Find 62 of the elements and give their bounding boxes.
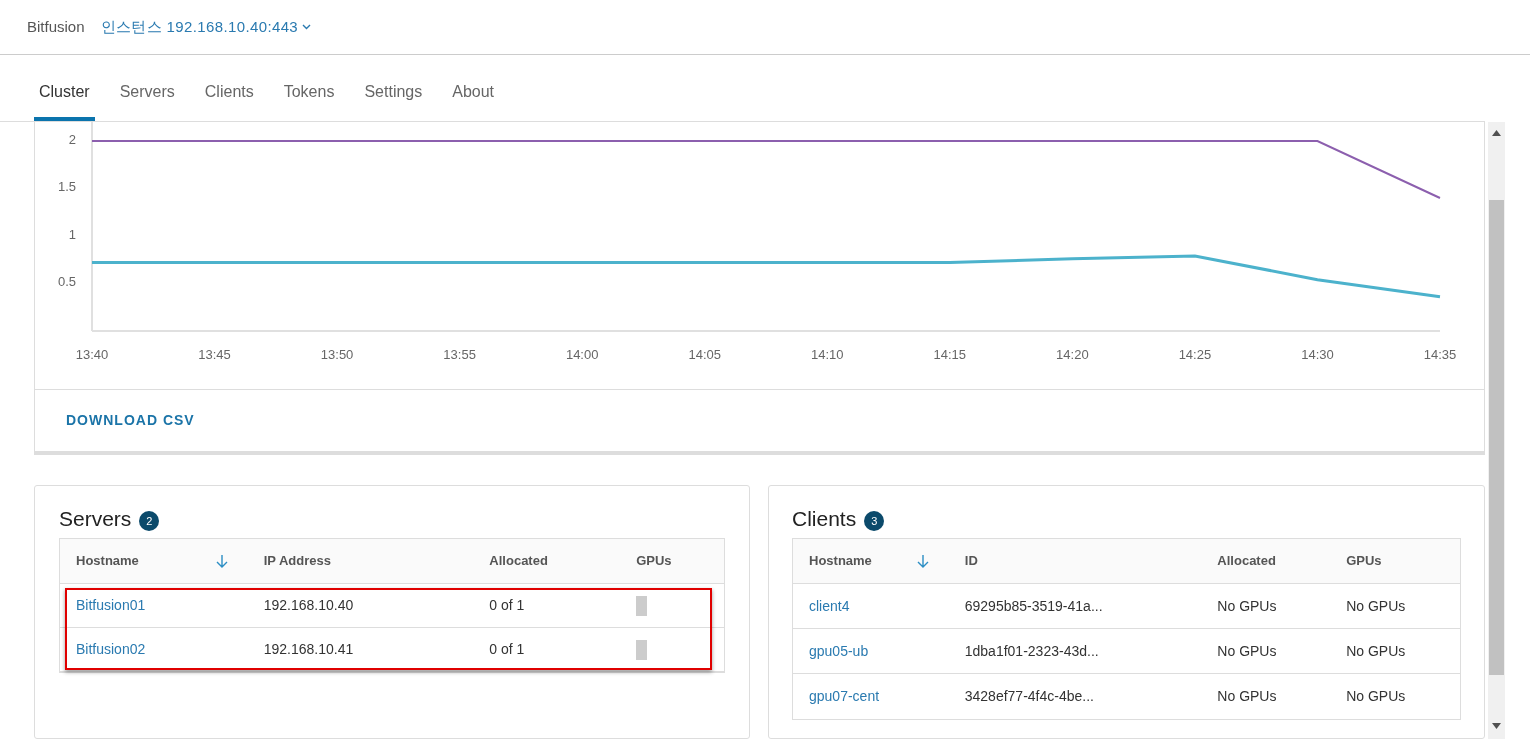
gpus-value: No GPUs — [1346, 642, 1406, 659]
allocated-value: No GPUs — [1217, 642, 1277, 659]
x-tick-label: 14:15 — [933, 347, 967, 362]
instance-dropdown[interactable]: 인스턴스 192.168.10.40:443 — [100, 15, 312, 39]
client-id: 3428ef77-4f4c-4be... — [964, 688, 1094, 704]
x-tick-label: 13:55 — [443, 347, 476, 362]
x-tick-label: 14:30 — [1301, 347, 1334, 362]
column-header[interactable]: Hostname — [76, 551, 139, 571]
x-tick-label: 14:35 — [1423, 347, 1457, 362]
sort-arrow-icon[interactable] — [215, 554, 228, 568]
x-tick-label: 14:25 — [1178, 347, 1212, 362]
nav-tab[interactable]: Tokens — [278, 80, 340, 121]
ip-address: 192.168.10.41 — [263, 641, 354, 657]
x-tick-label: 14:00 — [565, 347, 599, 362]
gpu-usage-bar — [636, 595, 648, 616]
count-badge: 2 — [139, 511, 160, 531]
allocated-value: No GPUs — [1217, 597, 1277, 614]
scroll-down-icon[interactable] — [1492, 723, 1501, 729]
hostname-link[interactable]: client4 — [809, 597, 850, 614]
gpus-value: No GPUs — [1346, 688, 1406, 704]
download-csv-button[interactable]: DOWNLOAD CSV — [66, 410, 195, 431]
column-header[interactable]: GPUs — [636, 551, 672, 571]
scrollbar[interactable] — [1488, 122, 1505, 739]
client-id: 1dba1f01-2323-43d... — [964, 642, 1099, 659]
x-tick-label: 13:45 — [198, 347, 231, 362]
count-badge: 3 — [864, 511, 885, 531]
hostname-link[interactable]: gpu05-ub — [809, 642, 869, 659]
hostname-link[interactable]: Bitfusion02 — [76, 641, 146, 657]
nav-tab[interactable]: Settings — [359, 80, 428, 121]
app-name: Bitfusion — [27, 16, 85, 37]
column-header[interactable]: GPUs — [1346, 551, 1382, 571]
y-tick-label: 0.5 — [57, 274, 76, 289]
x-tick-label: 14:10 — [811, 347, 844, 362]
x-tick-label: 13:40 — [75, 347, 109, 362]
x-tick-label: 14:20 — [1056, 347, 1089, 362]
card-title: Servers — [59, 506, 132, 533]
gpu-usage-bar — [636, 639, 648, 660]
nav-tab[interactable]: Clients — [199, 80, 259, 121]
card-title: Clients — [792, 506, 857, 533]
nav-tab[interactable]: About — [447, 80, 500, 121]
allocated-value: No GPUs — [1217, 688, 1277, 704]
y-tick-label: 1 — [68, 226, 76, 242]
chevron-down-icon — [302, 24, 312, 30]
column-header[interactable]: IP Address — [263, 551, 331, 571]
y-tick-label: 1.5 — [57, 179, 76, 194]
x-tick-label: 14:05 — [688, 347, 721, 362]
scroll-up-icon[interactable] — [1492, 130, 1501, 136]
x-tick-label: 13:50 — [320, 347, 354, 362]
gpus-value: No GPUs — [1346, 597, 1406, 614]
column-header[interactable]: Allocated — [1217, 551, 1276, 571]
client-id: 69295b85-3519-41a... — [964, 597, 1103, 614]
ip-address: 192.168.10.40 — [263, 597, 354, 613]
sort-arrow-icon[interactable] — [916, 554, 929, 568]
allocated-count: 0 of 1 — [489, 641, 525, 657]
column-header[interactable]: Allocated — [489, 551, 548, 571]
column-header[interactable]: Hostname — [809, 551, 872, 571]
nav-tab[interactable]: Servers — [114, 80, 180, 121]
column-header[interactable]: ID — [964, 551, 978, 571]
allocated-count: 0 of 1 — [489, 597, 525, 613]
hostname-link[interactable]: Bitfusion01 — [76, 597, 146, 613]
hostname-link[interactable]: gpu07-cent — [809, 688, 880, 704]
y-tick-label: 2 — [68, 131, 76, 147]
